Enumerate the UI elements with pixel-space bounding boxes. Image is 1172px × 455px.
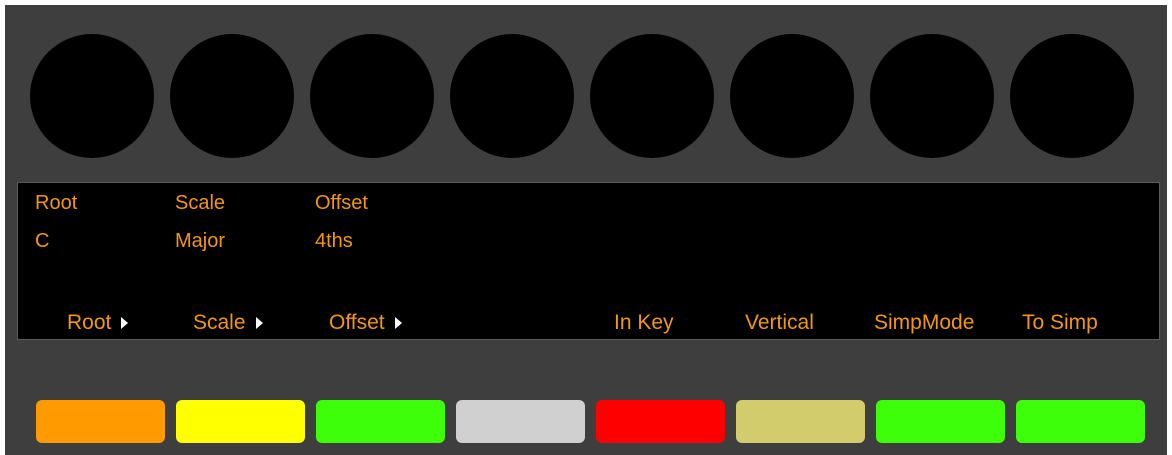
param-name-offset: Offset: [315, 192, 368, 214]
param-name-scale: Scale: [175, 192, 226, 214]
param-value-root: C: [35, 230, 50, 252]
soft-button-to-simp-label: To Simp: [1022, 311, 1098, 334]
encoder-knob-5[interactable]: [590, 34, 714, 158]
encoder-knob-2[interactable]: [170, 34, 294, 158]
soft-button-scale[interactable]: Scale: [193, 311, 263, 335]
soft-button-root[interactable]: Root: [67, 311, 129, 335]
soft-button-in-key[interactable]: In Key: [614, 311, 674, 335]
encoder-knob-3[interactable]: [310, 34, 434, 158]
soft-button-in-key-label: In Key: [614, 311, 674, 334]
encoder-knob-4[interactable]: [450, 34, 574, 158]
controller-panel: Root Scale Offset C Major 4ths Root Scal…: [5, 5, 1167, 455]
lcd-display: Root Scale Offset C Major 4ths Root Scal…: [17, 182, 1160, 340]
encoder-knob-1[interactable]: [30, 34, 154, 158]
pad-button-5[interactable]: [596, 400, 725, 443]
encoder-knob-7[interactable]: [870, 34, 994, 158]
pad-button-4[interactable]: [456, 400, 585, 443]
soft-button-vertical[interactable]: Vertical: [745, 311, 814, 335]
pad-button-8[interactable]: [1016, 400, 1145, 443]
soft-button-offset[interactable]: Offset: [329, 311, 402, 335]
param-value-offset: 4ths: [315, 230, 353, 252]
pad-button-3[interactable]: [316, 400, 445, 443]
arrow-right-icon: [121, 317, 129, 329]
soft-button-simpmode[interactable]: SimpMode: [874, 311, 974, 335]
pad-button-7[interactable]: [876, 400, 1005, 443]
pad-button-6[interactable]: [736, 400, 865, 443]
arrow-right-icon: [394, 317, 402, 329]
encoder-knob-8[interactable]: [1010, 34, 1134, 158]
soft-button-root-label: Root: [67, 311, 112, 334]
param-value-scale: Major: [175, 230, 226, 252]
soft-button-simpmode-label: SimpMode: [874, 311, 975, 334]
soft-button-vertical-label: Vertical: [745, 311, 814, 334]
pad-button-1[interactable]: [36, 400, 165, 443]
soft-button-to-simp[interactable]: To Simp: [1022, 311, 1098, 335]
param-name-root: Root: [35, 192, 78, 214]
soft-button-scale-label: Scale: [193, 311, 246, 334]
encoder-knob-6[interactable]: [730, 34, 854, 158]
arrow-right-icon: [255, 317, 263, 329]
pad-button-2[interactable]: [176, 400, 305, 443]
soft-button-offset-label: Offset: [329, 311, 385, 334]
